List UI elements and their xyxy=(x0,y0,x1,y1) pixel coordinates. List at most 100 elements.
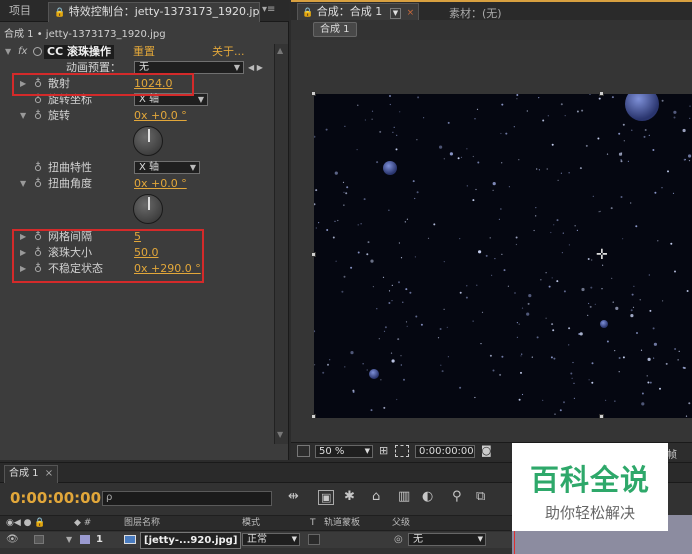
star xyxy=(343,204,345,206)
effect-toggle-icon[interactable] xyxy=(33,47,42,56)
star xyxy=(513,126,515,128)
about-link[interactable]: 关于... xyxy=(212,44,245,60)
preset-prev-next-icon[interactable]: ◀ ▶ xyxy=(248,60,263,76)
camera-icon[interactable]: ◙ xyxy=(481,444,492,457)
star xyxy=(686,290,689,292)
star xyxy=(367,241,370,244)
graph-editor-icon[interactable]: ⚲ xyxy=(452,489,462,504)
star xyxy=(673,110,677,114)
preserve-transparency-checkbox[interactable] xyxy=(308,534,320,545)
star xyxy=(649,309,652,312)
star xyxy=(329,359,331,361)
star xyxy=(342,181,345,183)
scroll-up-icon[interactable]: ▲ xyxy=(277,46,283,55)
transform-handle[interactable] xyxy=(599,91,604,96)
keyframe-icon[interactable]: ⧉ xyxy=(476,489,485,504)
blend-mode-dropdown[interactable]: 正常 ▼ xyxy=(242,533,300,546)
col-parent[interactable]: 父级 xyxy=(392,516,410,531)
star xyxy=(395,148,398,151)
layer-name[interactable]: [jetty-...920.jpg] xyxy=(140,532,242,549)
transform-handle[interactable] xyxy=(311,252,316,257)
star xyxy=(678,350,680,352)
av-switches-icon[interactable]: ◉◀ ● 🔒 xyxy=(6,516,46,531)
zoom-dropdown[interactable]: 50 % ▼ xyxy=(315,445,373,458)
stopwatch-icon[interactable]: ♁ xyxy=(34,176,42,192)
col-layer-name[interactable]: 图层名称 xyxy=(124,516,160,531)
chevron-down-icon[interactable]: ▼ xyxy=(389,8,402,19)
tab-effect-controls[interactable]: 🔒 特效控制台：jetty-1373173_1920.jpg xyxy=(48,2,260,22)
twist-angle-dial[interactable] xyxy=(133,194,163,224)
scroll-down-icon[interactable]: ▼ xyxy=(277,430,283,439)
star xyxy=(563,401,565,404)
star xyxy=(587,258,590,260)
transform-handle[interactable] xyxy=(311,91,316,96)
viewer-timecode[interactable]: 0:00:00:00 xyxy=(415,445,475,458)
expand-triangle-icon[interactable]: ▼ xyxy=(20,176,26,192)
solo-box[interactable] xyxy=(34,535,44,544)
tab-composition[interactable]: 🔒 合成：合成 1 ▼ × xyxy=(297,3,420,20)
draft-3d-icon[interactable]: ▣ xyxy=(318,490,335,505)
comp-breadcrumb-button[interactable]: 合成 1 xyxy=(313,22,357,37)
param-value[interactable]: 0x +0.0 ° xyxy=(134,176,187,192)
star xyxy=(630,309,633,312)
panel-menu-icon[interactable]: ▾≡ xyxy=(262,4,275,15)
label-color-icon[interactable]: ◆ # xyxy=(74,516,91,531)
resolution-icon[interactable]: ⊞ xyxy=(379,444,388,457)
transform-handle[interactable] xyxy=(311,414,316,419)
safe-zones-icon[interactable] xyxy=(395,445,409,457)
close-icon[interactable]: × xyxy=(407,8,415,18)
expand-triangle-icon[interactable]: ▼ xyxy=(20,108,26,124)
tab-timeline-comp[interactable]: 合成 1 × xyxy=(4,465,59,483)
star xyxy=(507,285,509,287)
param-value[interactable]: 0x +0.0 ° xyxy=(134,108,187,124)
parent-dropdown[interactable]: 无 ▼ xyxy=(408,533,486,546)
expand-triangle-icon[interactable]: ▼ xyxy=(66,532,72,547)
star xyxy=(550,231,552,234)
effect-panel-scrollbar[interactable]: ▲ ▼ xyxy=(274,44,288,444)
brainstorm-icon[interactable]: ◐ xyxy=(422,489,433,504)
motion-blur-icon[interactable]: ▥ xyxy=(398,489,410,504)
tab-project[interactable]: 项目 xyxy=(4,2,36,22)
stopwatch-icon[interactable]: ♁ xyxy=(34,160,42,176)
param-label: 扭曲特性 xyxy=(48,161,92,174)
transform-handle[interactable] xyxy=(599,414,604,419)
chevron-down-icon: ▼ xyxy=(189,163,196,172)
anchor-point-icon[interactable]: ✛ xyxy=(596,248,608,262)
timeline-timecode[interactable]: 0:00:00:00 xyxy=(10,489,101,507)
col-t[interactable]: T xyxy=(310,516,316,531)
star xyxy=(598,97,601,100)
rotation-dial[interactable] xyxy=(133,126,163,156)
timeline-search-input[interactable]: ρ xyxy=(102,491,272,506)
col-mode[interactable]: 模式 xyxy=(242,516,260,531)
comp-mini-flowchart-icon[interactable]: ⇹ xyxy=(288,489,299,504)
twist-property-dropdown[interactable]: X 轴 ▼ xyxy=(134,161,200,174)
pickwhip-icon[interactable]: ◎ xyxy=(394,532,403,547)
star xyxy=(409,291,412,294)
star xyxy=(380,379,382,381)
star xyxy=(682,366,685,369)
eye-icon[interactable]: 👁 xyxy=(6,532,19,547)
star xyxy=(643,135,646,138)
frame-blend-icon[interactable]: ⌂ xyxy=(372,489,380,504)
star xyxy=(391,300,393,302)
fx-badge[interactable]: fx xyxy=(18,44,27,60)
always-preview-icon[interactable] xyxy=(297,445,310,457)
effect-expand-triangle[interactable]: ▼ xyxy=(5,44,11,60)
reset-link[interactable]: 重置 xyxy=(133,44,155,60)
label-color-swatch[interactable] xyxy=(80,535,90,544)
col-track-matte[interactable]: 轨道蒙板 xyxy=(324,516,360,531)
tab-footage[interactable]: 素材：(无) xyxy=(449,5,502,21)
viewer-canvas-area[interactable]: ✛ xyxy=(291,40,692,442)
star xyxy=(439,328,442,330)
stopwatch-icon[interactable]: ♁ xyxy=(34,108,42,124)
star xyxy=(648,134,650,136)
star xyxy=(314,364,316,366)
timeline-layer-row[interactable]: 👁 ▼ 1 [jetty-...920.jpg] 正常 ▼ ◎ 无 ▼ xyxy=(0,532,512,549)
starfield-image[interactable] xyxy=(314,94,692,418)
star xyxy=(547,115,549,117)
effect-name[interactable]: CC 滚珠操作 xyxy=(44,45,114,59)
hide-shy-icon[interactable]: ✱ xyxy=(344,489,355,504)
star xyxy=(370,259,374,263)
star xyxy=(447,121,450,124)
close-icon[interactable]: × xyxy=(45,468,53,479)
